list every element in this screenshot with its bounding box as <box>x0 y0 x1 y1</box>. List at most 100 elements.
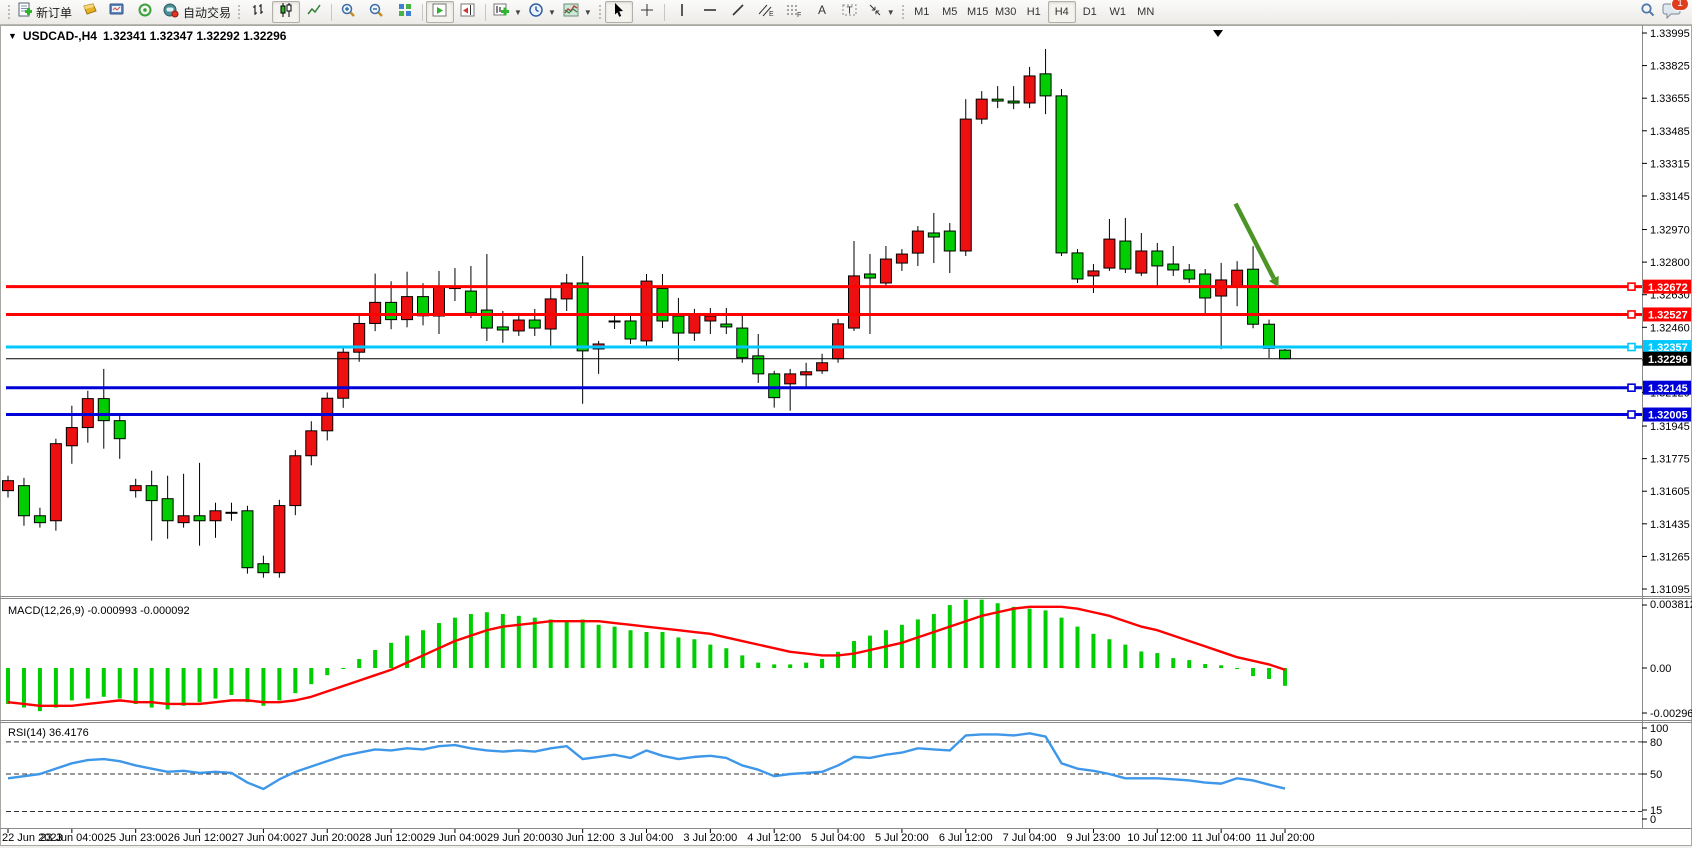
macd-histogram-bar <box>820 659 824 668</box>
macd-histogram-bar <box>549 619 553 668</box>
macd-histogram-bar <box>1267 668 1271 679</box>
timeframe-w1[interactable]: W1 <box>1104 1 1132 23</box>
new-chart-button[interactable]: ▼ <box>489 1 525 23</box>
trendline-button[interactable] <box>724 1 752 23</box>
price-tick-label: 1.32970 <box>1650 225 1690 237</box>
chart-candles-button[interactable] <box>272 1 300 23</box>
toolbar-grip <box>901 4 905 20</box>
time-tick-label: 11 Jul 20:00 <box>1255 832 1314 844</box>
chart-canvas[interactable]: 1.339951.338251.336551.334851.333151.331… <box>0 25 1692 848</box>
candle <box>162 499 173 521</box>
autotrading-button[interactable]: 自动交易 <box>159 1 234 23</box>
candle <box>896 254 907 263</box>
line-handle[interactable] <box>1628 311 1635 318</box>
vertical-line-button[interactable] <box>668 1 696 23</box>
signals-button[interactable] <box>131 1 159 23</box>
macd-histogram-bar <box>198 668 202 702</box>
timeframe-m30[interactable]: M30 <box>992 1 1020 23</box>
candle <box>306 431 317 456</box>
chat-button[interactable]: 1 <box>1662 1 1682 24</box>
zoom-out-icon <box>368 2 386 23</box>
autoscroll-button[interactable] <box>426 1 454 23</box>
macd-histogram-bar <box>389 643 393 668</box>
line-handle[interactable] <box>1628 411 1635 418</box>
cursor-icon <box>612 2 626 23</box>
macd-histogram-bar <box>676 637 680 668</box>
macd-histogram-bar <box>1075 627 1079 668</box>
channel-button[interactable]: E <box>752 1 780 23</box>
candle <box>976 99 987 119</box>
horizontal-line-icon <box>702 2 718 23</box>
macd-axis-label: -0.002961 <box>1650 708 1692 720</box>
macd-histogram-bar <box>54 668 58 708</box>
timeframe-h4[interactable]: H4 <box>1048 1 1076 23</box>
candle <box>1184 270 1195 279</box>
chart-shift-button[interactable] <box>454 1 482 23</box>
horizontal-line-button[interactable] <box>696 1 724 23</box>
macd-histogram-bar <box>964 600 968 668</box>
time-tick-label: 5 Jul 04:00 <box>811 832 865 844</box>
price-tick-label: 1.32460 <box>1650 322 1690 334</box>
svg-text:A: A <box>818 3 826 17</box>
bar-chart-icon <box>250 2 266 23</box>
candle <box>833 324 844 359</box>
price-tick-label: 1.31775 <box>1650 454 1690 466</box>
macd-histogram-bar <box>134 668 138 704</box>
templates-button[interactable]: ▼ <box>559 1 595 23</box>
text-label-button[interactable]: T <box>836 1 864 23</box>
zoom-out-button[interactable] <box>363 1 391 23</box>
candle <box>928 233 939 237</box>
candle <box>1264 324 1275 348</box>
search-button[interactable] <box>1634 1 1662 23</box>
cursor-button[interactable] <box>605 1 633 23</box>
timeframe-m15[interactable]: M15 <box>964 1 992 23</box>
macd-histogram-bar <box>692 639 696 668</box>
chart-bars-button[interactable] <box>244 1 272 23</box>
timeframe-d1[interactable]: D1 <box>1076 1 1104 23</box>
candle <box>1232 270 1243 286</box>
macd-histogram-bar <box>293 668 297 693</box>
timeframe-mn[interactable]: MN <box>1132 1 1160 23</box>
autotrading-robot-icon <box>162 2 180 23</box>
market-watch-button[interactable] <box>75 1 103 23</box>
chart-line-button[interactable] <box>300 1 328 23</box>
macd-histogram-bar <box>1012 607 1016 668</box>
terminal-button[interactable] <box>103 1 131 23</box>
line-handle[interactable] <box>1628 344 1635 351</box>
svg-text:T: T <box>846 5 852 16</box>
timeframe-h1[interactable]: H1 <box>1020 1 1048 23</box>
macd-histogram-bar <box>229 668 233 695</box>
price-chip-label: 1.32296 <box>1648 354 1688 366</box>
crosshair-button[interactable] <box>633 1 661 23</box>
line-handle[interactable] <box>1628 384 1635 391</box>
new-order-button[interactable]: 新订单 <box>14 1 75 23</box>
toolbar-grip <box>598 4 602 20</box>
tile-windows-icon <box>397 2 413 23</box>
arrows-button[interactable]: ▼ <box>864 1 898 23</box>
text-button[interactable]: A <box>808 1 836 23</box>
zoom-in-button[interactable] <box>335 1 363 23</box>
macd-histogram-bar <box>1044 610 1048 668</box>
fibonacci-button[interactable]: F <box>780 1 808 23</box>
candle <box>178 516 189 523</box>
macd-histogram-bar <box>916 619 920 668</box>
macd-histogram-bar <box>325 668 329 675</box>
line-handle[interactable] <box>1628 283 1635 290</box>
timeframe-m1[interactable]: M1 <box>908 1 936 23</box>
candle <box>705 316 716 321</box>
price-tick-label: 1.33145 <box>1650 191 1690 203</box>
time-tick-label: 27 Jun 20:00 <box>295 832 359 844</box>
price-tick-label: 1.31945 <box>1650 421 1690 433</box>
time-tick-label: 3 Jul 20:00 <box>683 832 737 844</box>
timeframe-m5[interactable]: M5 <box>936 1 964 23</box>
candle <box>864 274 875 278</box>
toolbar-separator <box>664 4 665 21</box>
period-button[interactable]: ▼ <box>525 1 559 23</box>
macd-histogram-bar <box>485 612 489 668</box>
candle <box>513 320 524 331</box>
chart-window[interactable]: 1.339951.338251.336551.334851.333151.331… <box>0 25 1692 848</box>
chevron-down-icon: ▼ <box>584 8 592 17</box>
signals-icon <box>136 2 154 23</box>
line-chart-icon <box>306 2 322 23</box>
tile-windows-button[interactable] <box>391 1 419 23</box>
